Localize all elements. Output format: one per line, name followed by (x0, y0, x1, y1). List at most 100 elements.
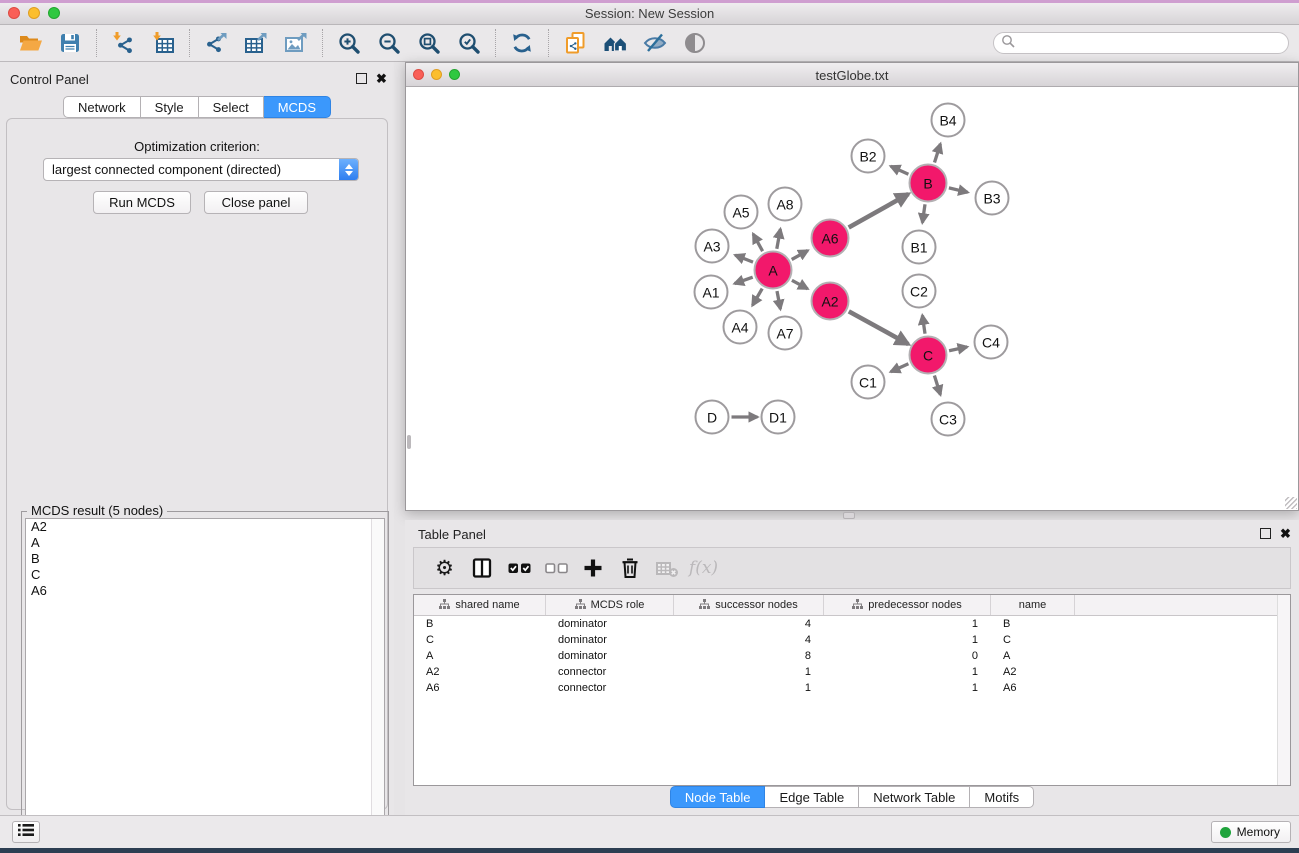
column-header-successor-nodes[interactable]: successor nodes (674, 595, 824, 615)
table-row[interactable]: A6connector11A6 (414, 680, 1290, 696)
save-session-icon[interactable] (50, 28, 90, 58)
mcds-result-item[interactable]: A2 (26, 519, 384, 535)
column-header-predecessor-nodes[interactable]: predecessor nodes (824, 595, 991, 615)
import-table-icon[interactable] (143, 28, 183, 58)
criterion-dropdown[interactable]: largest connected component (directed) (43, 158, 359, 181)
column-header-MCDS-role[interactable]: MCDS role (546, 595, 674, 615)
edge-B-B4[interactable] (935, 144, 941, 163)
column-header-shared-name[interactable]: shared name (414, 595, 546, 615)
edge-A-A4[interactable] (753, 289, 763, 306)
graph-node-B[interactable]: B (909, 164, 948, 203)
graph-node-D1[interactable]: D1 (761, 400, 796, 435)
graph-node-C2[interactable]: C2 (902, 274, 937, 309)
graph-node-B2[interactable]: B2 (851, 139, 886, 174)
mcds-result-list[interactable]: A2ABCA6 (25, 518, 385, 853)
graph-node-A7[interactable]: A7 (768, 316, 803, 351)
tab-style[interactable]: Style (141, 96, 199, 118)
export-image-icon[interactable] (276, 28, 316, 58)
graph-node-B4[interactable]: B4 (931, 103, 966, 138)
graph-node-A3[interactable]: A3 (695, 229, 730, 264)
table-tab-network-table[interactable]: Network Table (859, 786, 970, 808)
tab-mcds[interactable]: MCDS (264, 96, 331, 118)
table-row[interactable]: Cdominator41C (414, 632, 1290, 648)
split-divider-handle[interactable] (843, 512, 855, 519)
task-history-button[interactable] (12, 821, 40, 843)
edge-B-B3[interactable] (949, 188, 968, 192)
column-header-name[interactable]: name (991, 595, 1075, 615)
zoom-out-icon[interactable] (369, 28, 409, 58)
tab-network[interactable]: Network (63, 96, 141, 118)
edge-C-C3[interactable] (934, 376, 940, 395)
edge-C-C1[interactable] (891, 364, 909, 372)
columns-icon[interactable] (463, 551, 500, 585)
graph-node-A6[interactable]: A6 (811, 219, 850, 258)
mcds-result-item[interactable]: B (26, 551, 384, 567)
table-tab-node-table[interactable]: Node Table (670, 786, 766, 808)
table-scrollbar[interactable] (1277, 595, 1290, 785)
table-row[interactable]: Adominator80A (414, 648, 1290, 664)
table-tab-motifs[interactable]: Motifs (970, 786, 1034, 808)
edge-A-A6[interactable] (792, 251, 808, 260)
edge-B-B1[interactable] (922, 204, 925, 222)
mcds-result-item[interactable]: C (26, 567, 384, 583)
graph-node-A8[interactable]: A8 (768, 187, 803, 222)
edge-A-A7[interactable] (777, 291, 780, 309)
refresh-icon[interactable] (502, 28, 542, 58)
mcds-result-item[interactable]: A (26, 535, 384, 551)
export-table-icon[interactable] (236, 28, 276, 58)
home-icon[interactable] (595, 28, 635, 58)
eye-slash-icon[interactable] (635, 28, 675, 58)
eye-icon[interactable] (675, 28, 715, 58)
edge-A-A2[interactable] (792, 280, 808, 289)
network-canvas[interactable]: B4 B2 B B3 A8 A5 A6 A3 B1 A C2 A1 A2 A4 A7 C4 C C1 C3 D D1 (406, 87, 1298, 510)
close-panel-icon[interactable]: ✖ (376, 73, 387, 84)
add-row-icon[interactable] (574, 551, 611, 585)
run-mcds-button[interactable]: Run MCDS (93, 191, 191, 214)
graph-node-C4[interactable]: C4 (974, 325, 1009, 360)
graph-node-A[interactable]: A (754, 251, 793, 290)
table-row[interactable]: A2connector11A2 (414, 664, 1290, 680)
float-panel-icon[interactable] (356, 73, 367, 84)
edge-A-A1[interactable] (735, 277, 753, 283)
search-input[interactable] (1015, 34, 1288, 52)
import-network-icon[interactable] (103, 28, 143, 58)
graph-node-A2[interactable]: A2 (811, 282, 850, 321)
mcds-result-item[interactable]: A6 (26, 583, 384, 599)
graph-node-A5[interactable]: A5 (724, 195, 759, 230)
export-network-icon[interactable] (196, 28, 236, 58)
zoom-fit-icon[interactable] (409, 28, 449, 58)
graph-node-A4[interactable]: A4 (723, 310, 758, 345)
float-table-panel-icon[interactable] (1260, 528, 1271, 539)
close-table-panel-icon[interactable]: ✖ (1280, 528, 1291, 539)
graph-node-C[interactable]: C (909, 336, 948, 375)
close-panel-button[interactable]: Close panel (204, 191, 308, 214)
edge-A-A5[interactable] (753, 234, 762, 251)
zoom-selected-icon[interactable] (449, 28, 489, 58)
memory-button[interactable]: Memory (1211, 821, 1291, 843)
tab-select[interactable]: Select (199, 96, 264, 118)
deselect-all-icon[interactable] (537, 551, 574, 585)
graph-node-B3[interactable]: B3 (975, 181, 1010, 216)
search-box[interactable] (993, 32, 1289, 54)
duplicate-network-icon[interactable] (555, 28, 595, 58)
network-window-titlebar[interactable]: testGlobe.txt (406, 63, 1298, 87)
graph-node-C3[interactable]: C3 (931, 402, 966, 437)
graph-node-D[interactable]: D (695, 400, 730, 435)
edge-A6-B[interactable] (849, 194, 909, 228)
delete-row-icon[interactable] (611, 551, 648, 585)
edge-A2-C[interactable] (849, 311, 909, 344)
settings-icon[interactable]: ⚙ (426, 551, 463, 585)
edge-C-C4[interactable] (949, 347, 967, 351)
edge-A-A8[interactable] (777, 229, 781, 249)
select-all-icon[interactable] (500, 551, 537, 585)
graph-node-A1[interactable]: A1 (694, 275, 729, 310)
open-session-icon[interactable] (10, 28, 50, 58)
edge-B-B2[interactable] (891, 166, 909, 174)
edge-C-C2[interactable] (922, 315, 925, 333)
result-scrollbar[interactable] (371, 519, 384, 852)
zoom-in-icon[interactable] (329, 28, 369, 58)
graph-node-C1[interactable]: C1 (851, 365, 886, 400)
table-row[interactable]: Bdominator41B (414, 616, 1290, 632)
table-tab-edge-table[interactable]: Edge Table (765, 786, 859, 808)
graph-node-B1[interactable]: B1 (902, 230, 937, 265)
